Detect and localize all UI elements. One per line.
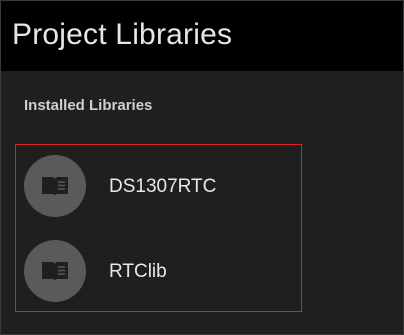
- section-heading: Installed Libraries: [24, 97, 153, 114]
- library-avatar: [24, 155, 86, 217]
- library-avatar: [24, 240, 86, 302]
- library-label: RTClib: [109, 261, 167, 282]
- title-bar: Project Libraries: [1, 1, 403, 71]
- page-title: Project Libraries: [12, 18, 233, 51]
- library-item-ds1307rtc[interactable]: DS1307RTC: [24, 155, 294, 219]
- library-item-rtclib[interactable]: RTClib: [24, 240, 294, 304]
- book-icon: [42, 177, 68, 196]
- project-libraries-panel: Project Libraries Installed Libraries DS…: [0, 0, 404, 335]
- library-label: DS1307RTC: [109, 176, 217, 197]
- book-icon: [42, 262, 68, 281]
